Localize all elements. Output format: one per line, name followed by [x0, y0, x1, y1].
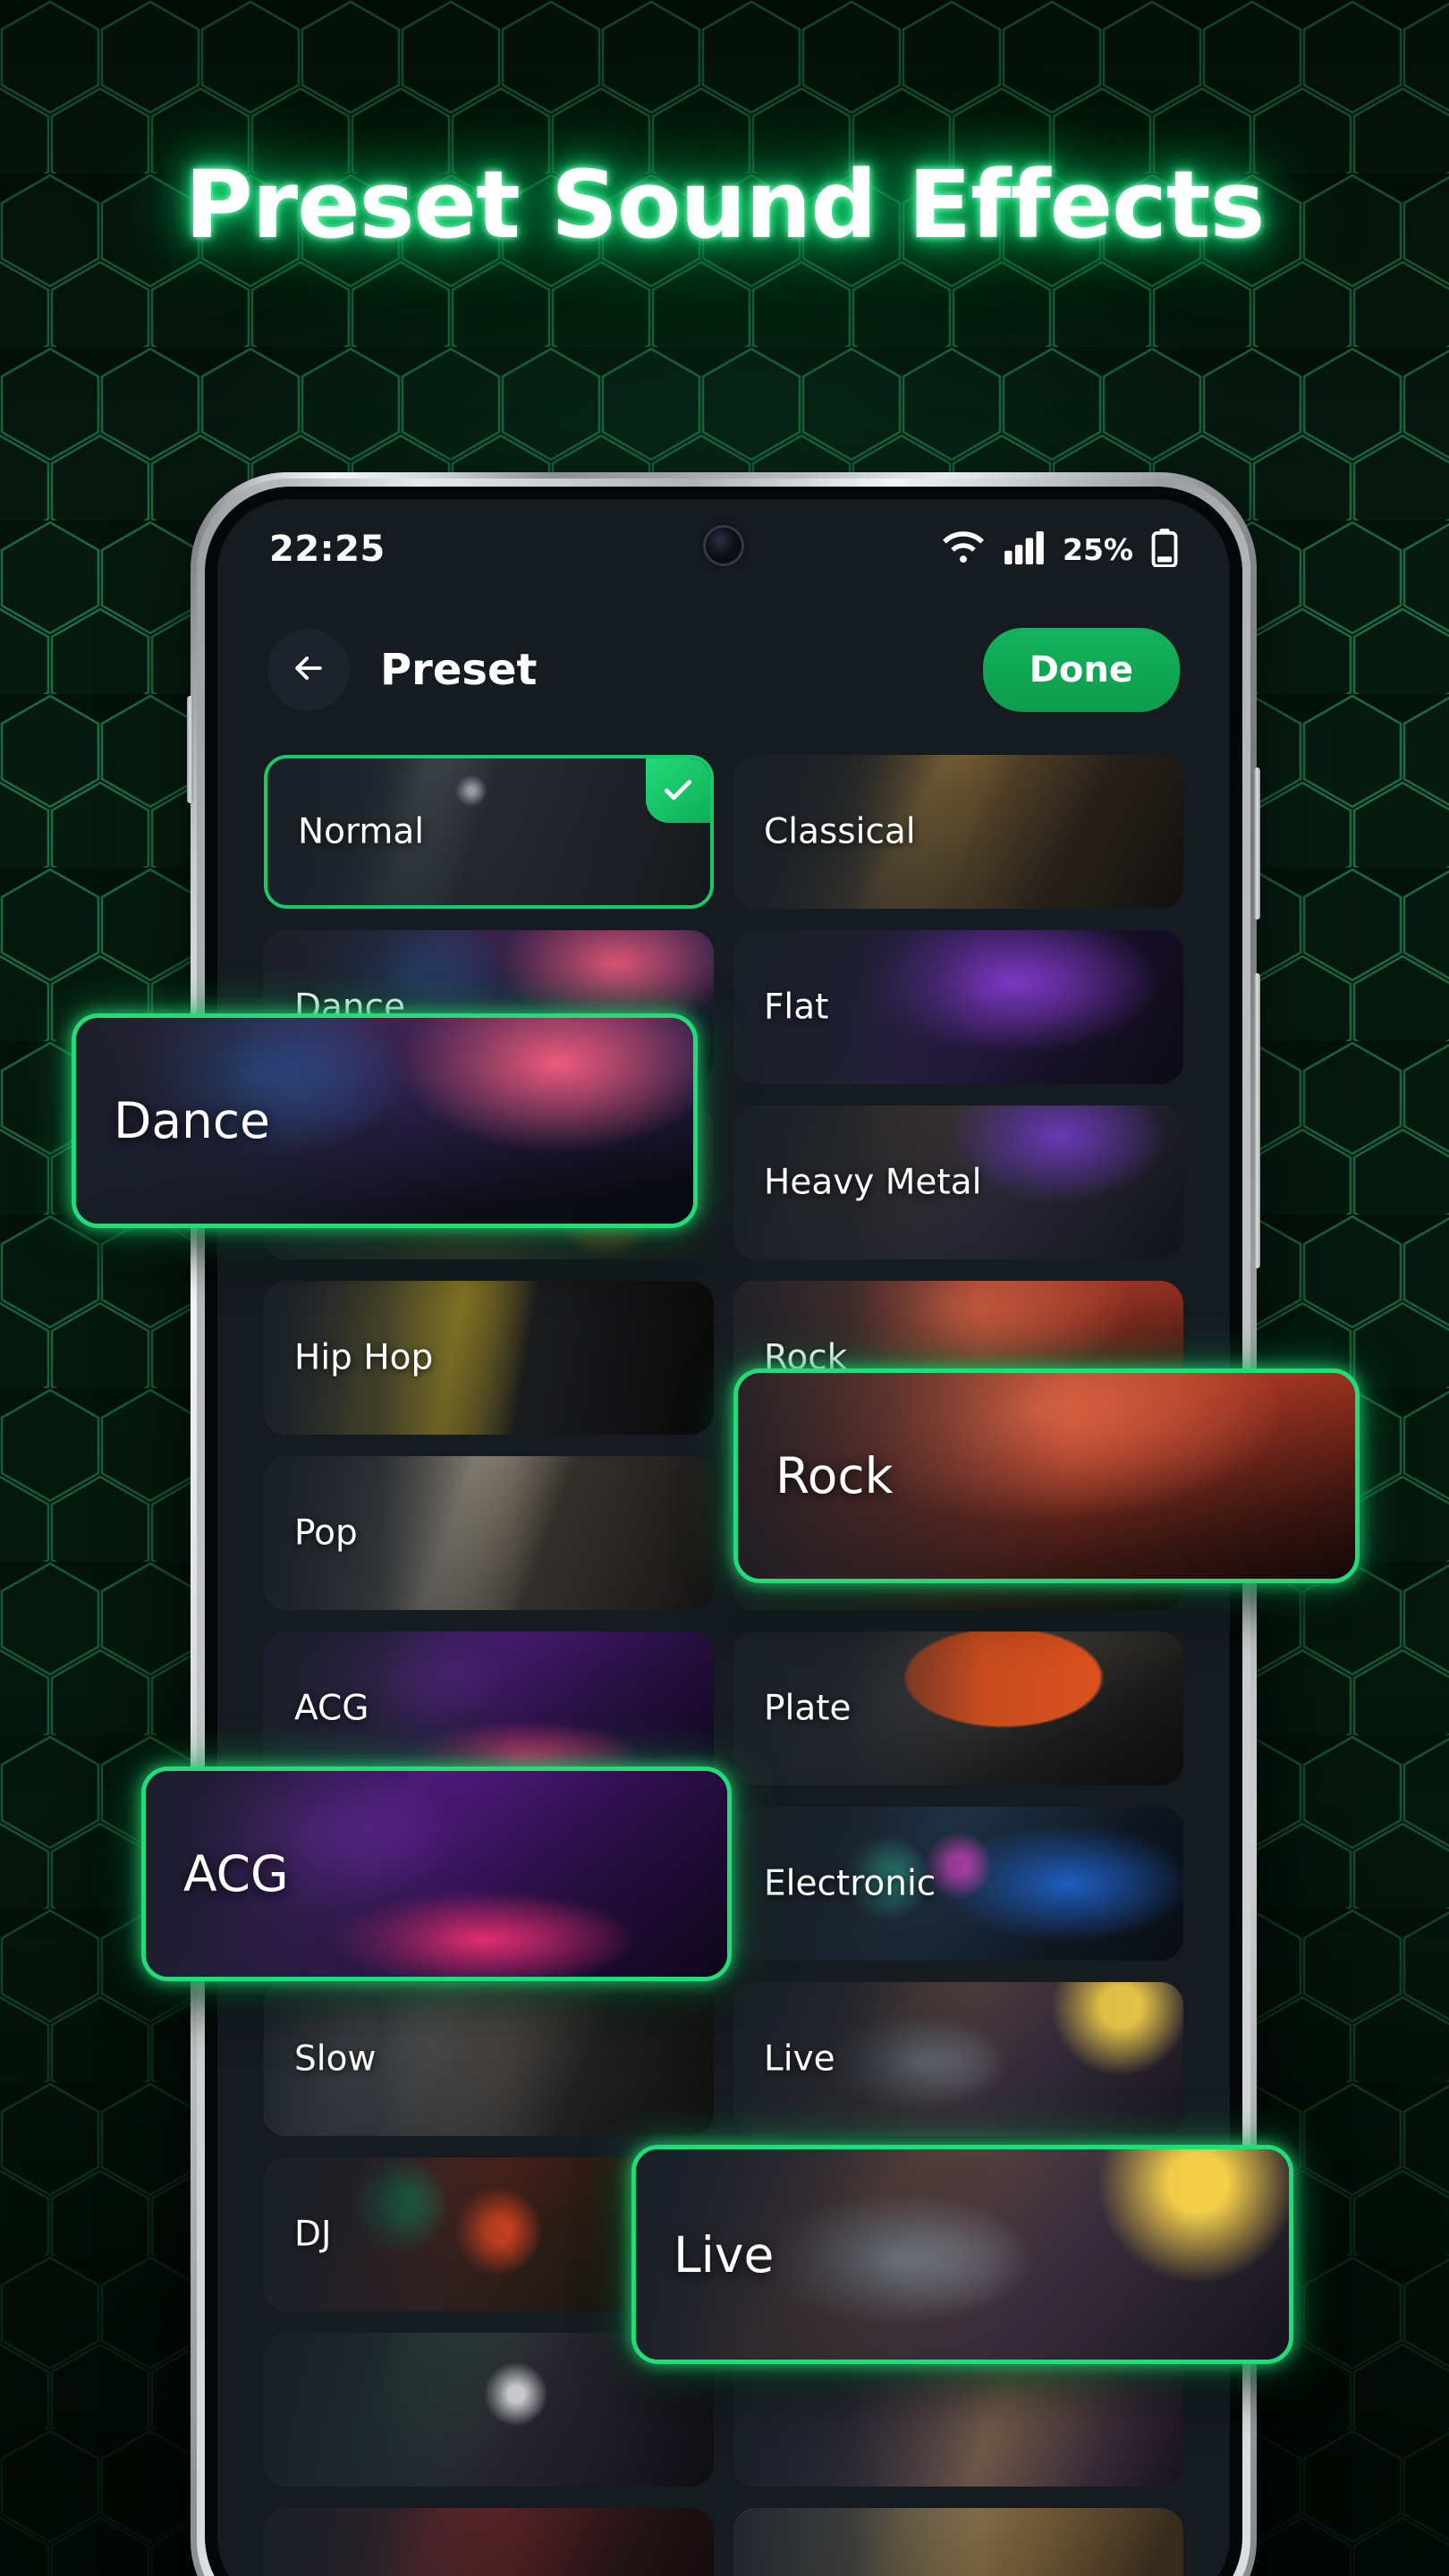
page-title: Preset Sound Effects [184, 150, 1266, 259]
check-icon [646, 758, 710, 823]
card-shade [264, 2508, 714, 2576]
app-header: Preset Done [217, 599, 1230, 741]
preset-card[interactable] [264, 2508, 714, 2576]
preset-card[interactable]: Slow [264, 1982, 714, 2136]
phone-power-button[interactable] [1254, 767, 1260, 919]
preset-card[interactable]: Heavy Metal [733, 1106, 1183, 1259]
preset-card[interactable]: Pop [264, 1456, 714, 1610]
battery-percent-label: 25% [1063, 531, 1133, 567]
preset-card[interactable] [733, 2508, 1183, 2576]
floating-card-label: Dance [114, 1092, 270, 1149]
floating-card-label: Live [674, 2225, 775, 2284]
preset-card-label: Electronic [764, 1863, 936, 1904]
preset-card-label: Plate [764, 1688, 852, 1729]
floating-card-label: ACG [183, 1845, 289, 1902]
phone-side-button[interactable] [1254, 973, 1260, 1268]
preset-card[interactable]: Classical [733, 755, 1183, 909]
preset-card[interactable]: ACG [264, 1631, 714, 1785]
wifi-icon [941, 530, 986, 569]
back-button[interactable] [267, 629, 350, 711]
preset-card-label: Pop [294, 1513, 358, 1554]
status-time: 22:25 [269, 529, 386, 570]
preset-card[interactable]: Electronic [733, 1807, 1183, 1961]
status-bar: 22:25 25% [217, 499, 1230, 599]
preset-card[interactable]: Normal [264, 755, 714, 909]
preset-card[interactable]: Hip Hop [264, 1281, 714, 1435]
done-button[interactable]: Done [982, 628, 1180, 712]
preset-card-label: Flat [764, 987, 829, 1028]
preset-card-label: Classical [764, 811, 916, 852]
signal-bars-icon [1004, 530, 1045, 569]
preset-card-label: ACG [294, 1688, 369, 1729]
card-shade [733, 2508, 1183, 2576]
floating-card-rock[interactable]: Rock [733, 1368, 1360, 1583]
preset-card[interactable]: Live [733, 1982, 1183, 2136]
preset-card-label: Hip Hop [294, 1337, 434, 1378]
preset-card-label: Live [764, 2038, 835, 2080]
arrow-left-icon [289, 648, 328, 692]
floating-card-label: Rock [775, 1447, 894, 1504]
floating-card-live[interactable]: Live [631, 2145, 1293, 2364]
floating-card-dance[interactable]: Dance [72, 1013, 698, 1228]
floating-card-acg[interactable]: ACG [141, 1767, 732, 1981]
preset-card-label: Slow [294, 2038, 377, 2080]
preset-card-label: Heavy Metal [764, 1162, 982, 1203]
preset-card-label: Normal [298, 811, 425, 852]
phone-volume-button[interactable] [187, 696, 193, 803]
page-heading: Preset [380, 645, 538, 695]
battery-icon [1151, 528, 1178, 572]
preset-card[interactable]: Flat [733, 930, 1183, 1084]
preset-card[interactable]: Plate [733, 1631, 1183, 1785]
preset-card-label: DJ [294, 2214, 332, 2255]
